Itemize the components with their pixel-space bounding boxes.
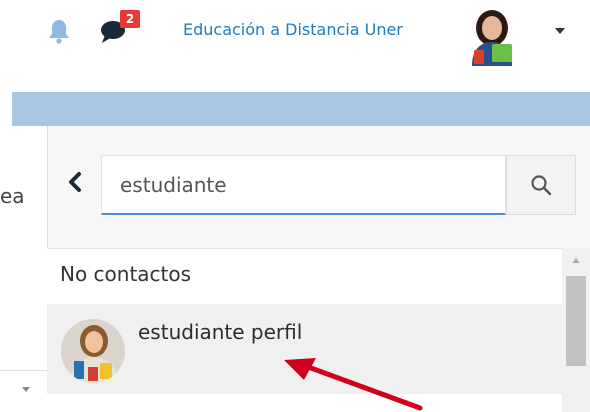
messages-badge: 2 xyxy=(120,10,140,28)
bell-icon[interactable] xyxy=(48,18,70,44)
divider xyxy=(0,370,47,371)
page: 2 Educación a Distancia Uner ea No conta… xyxy=(0,0,590,412)
search-icon xyxy=(531,175,552,196)
search-button[interactable] xyxy=(506,155,576,215)
top-navbar: 2 Educación a Distancia Uner xyxy=(0,0,590,92)
contact-search-input[interactable] xyxy=(101,155,506,215)
dropdown-caret-icon[interactable] xyxy=(22,387,30,392)
no-contacts-label: No contactos xyxy=(60,262,192,286)
contact-avatar xyxy=(61,319,125,383)
partial-text: ea xyxy=(0,184,25,208)
chevron-left-icon[interactable] xyxy=(64,168,86,196)
user-avatar[interactable] xyxy=(464,6,520,66)
scroll-up-icon[interactable] xyxy=(572,258,580,263)
scrollbar-thumb[interactable] xyxy=(566,276,586,366)
annotation-arrow-icon xyxy=(284,358,423,411)
caret-down-icon[interactable] xyxy=(555,28,565,34)
contact-name[interactable]: estudiante perfil xyxy=(138,320,302,344)
page-header-band xyxy=(12,92,590,126)
user-name-link[interactable]: Educación a Distancia Uner xyxy=(183,20,403,40)
